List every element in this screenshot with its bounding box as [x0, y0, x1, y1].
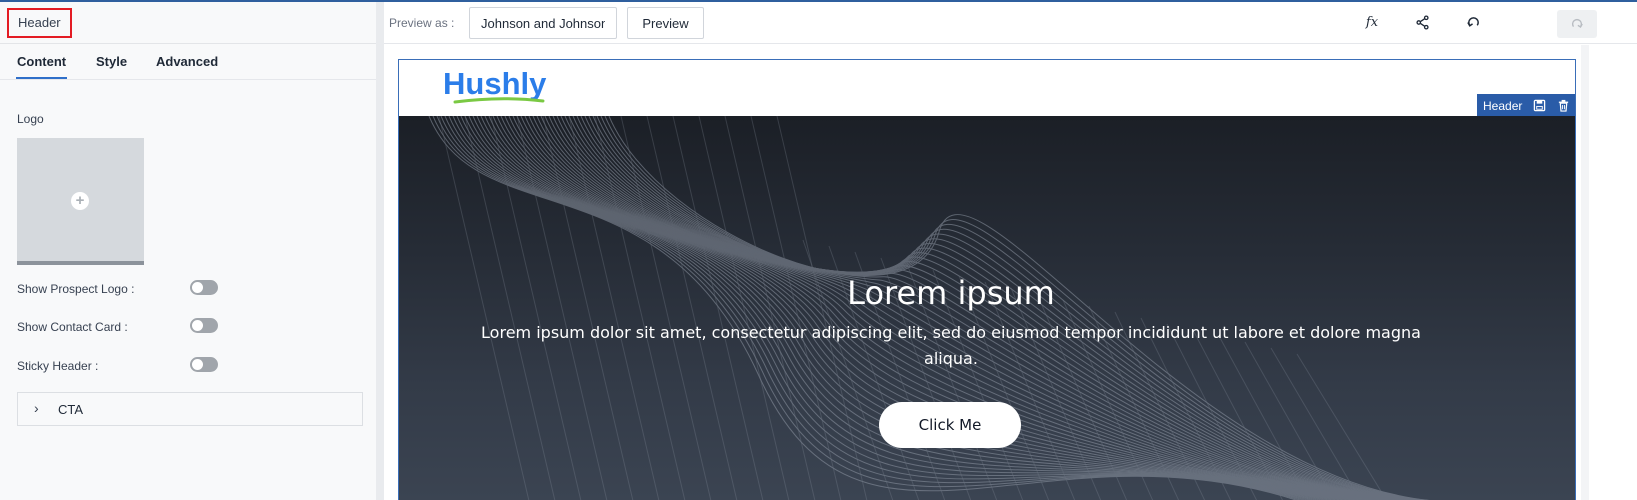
plus-icon: +: [71, 192, 89, 210]
section-tag: Header: [1477, 94, 1575, 118]
preview-as-label: Preview as :: [389, 16, 455, 30]
trash-icon[interactable]: [1557, 99, 1570, 112]
toggle-knob: [192, 359, 203, 370]
redo-icon: [1571, 18, 1583, 29]
cta-accordion-label: CTA: [58, 402, 84, 417]
editor-canvas: Hushly Header Lorem ipsum Lorem ipsum do…: [384, 45, 1637, 500]
panel-title: Header: [7, 8, 72, 38]
toggle-knob: [192, 320, 203, 331]
panel-header: Header: [0, 2, 383, 44]
hero-subtitle: Lorem ipsum dolor sit amet, consectetur …: [481, 323, 1421, 368]
logo-label: Logo: [17, 112, 44, 126]
show-prospect-logo-label: Show Prospect Logo :: [17, 282, 135, 296]
properties-panel: Header Content Style Advanced Logo + Sho…: [0, 2, 384, 500]
tab-style[interactable]: Style: [96, 54, 127, 69]
canvas-scrollbar[interactable]: [1581, 45, 1589, 500]
preview-toolbar: Preview as : Preview fx: [384, 2, 1637, 44]
toggle-knob: [192, 282, 203, 293]
cta-accordion[interactable]: › CTA: [17, 392, 363, 426]
share-icon[interactable]: [1411, 12, 1433, 34]
hero-cta-button[interactable]: Click Me: [879, 402, 1021, 448]
preview-as-input[interactable]: [469, 7, 617, 39]
show-prospect-logo-toggle[interactable]: [190, 280, 218, 295]
site-header[interactable]: Hushly Header: [399, 60, 1575, 118]
section-tag-label: Header: [1483, 99, 1523, 113]
show-contact-card-toggle[interactable]: [190, 318, 218, 333]
tab-advanced[interactable]: Advanced: [156, 54, 218, 69]
page-frame-selected[interactable]: Hushly Header Lorem ipsum Lorem ipsum do…: [398, 59, 1576, 500]
save-icon[interactable]: [1533, 99, 1546, 112]
brand-logo-text: Hushly: [443, 66, 547, 101]
tab-content[interactable]: Content: [15, 54, 68, 79]
sticky-header-label: Sticky Header :: [17, 359, 99, 373]
redo-button[interactable]: [1557, 10, 1597, 38]
fx-icon[interactable]: fx: [1361, 12, 1383, 34]
panel-resize-handle[interactable]: [376, 2, 384, 500]
hero-title: Lorem ipsum: [847, 274, 1055, 312]
brand-logo: Hushly: [443, 66, 547, 104]
hero-section[interactable]: Lorem ipsum Lorem ipsum dolor sit amet, …: [399, 116, 1575, 500]
show-contact-card-label: Show Contact Card :: [17, 320, 128, 334]
undo-icon[interactable]: [1462, 12, 1484, 34]
chevron-right-icon: ›: [34, 400, 39, 416]
preview-button[interactable]: Preview: [627, 7, 704, 39]
sticky-header-toggle[interactable]: [190, 357, 218, 372]
panel-tabs: Content Style Advanced: [0, 44, 383, 80]
logo-upload-dropzone[interactable]: +: [17, 138, 144, 265]
